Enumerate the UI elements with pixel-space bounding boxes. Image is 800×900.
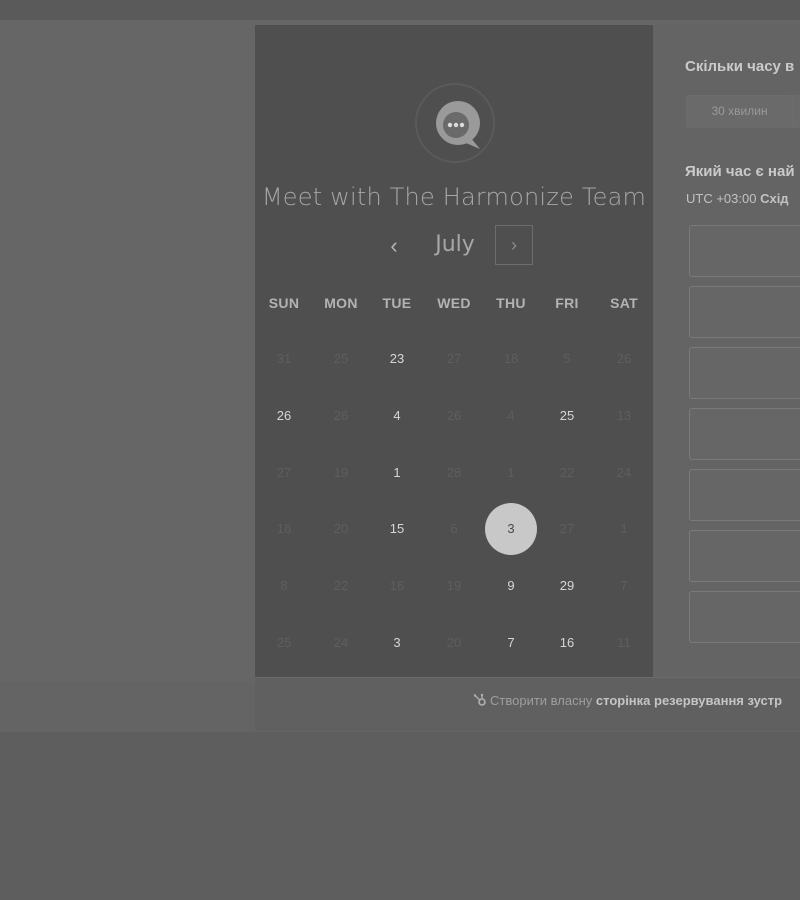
hubspot-sprocket-icon xyxy=(473,693,486,706)
calendar-day[interactable]: 26 xyxy=(258,390,310,442)
calendar-day: 16 xyxy=(276,521,292,536)
calendar-day: 1 xyxy=(620,521,628,536)
calendar-day: 6 xyxy=(450,521,458,536)
calendar-day: 27 xyxy=(276,465,292,480)
duration-question: Скільки часу в xyxy=(685,58,795,75)
calendar-day: 22 xyxy=(333,578,349,593)
timezone-name[interactable]: Схід xyxy=(760,191,788,206)
calendar-day: 13 xyxy=(616,408,632,423)
weekday-label: SUN xyxy=(268,295,300,311)
time-slot-button[interactable] xyxy=(689,286,800,338)
weekday-label: TUE xyxy=(382,295,412,311)
weekday-label: SAT xyxy=(610,295,638,311)
calendar-day: 18 xyxy=(503,351,519,366)
weekday-label: FRI xyxy=(555,295,579,311)
calendar-day: 26 xyxy=(446,408,462,423)
calendar-day[interactable]: 29 xyxy=(541,560,593,612)
calendar-day: 22 xyxy=(559,465,575,480)
calendar-day: 28 xyxy=(446,465,462,480)
create-page-link[interactable]: Створити власну сторінка резервування зу… xyxy=(473,693,800,708)
calendar-day[interactable]: 15 xyxy=(371,503,423,555)
booking-panel: Скільки часу в 30 хвилин Який час є най … xyxy=(653,25,800,677)
month-label: July xyxy=(435,232,475,257)
lower-area xyxy=(0,732,800,900)
time-slot-button[interactable] xyxy=(689,591,800,643)
duration-30-button[interactable]: 30 хвилин xyxy=(686,95,793,128)
weekday-header: SUN MON TUE WED THU FRI SAT xyxy=(255,295,653,315)
calendar-day: 7 xyxy=(620,578,628,593)
calendar-day: 8 xyxy=(280,578,288,593)
calendar-day: 25 xyxy=(333,351,349,366)
calendar-day: 26 xyxy=(333,408,349,423)
calendar-day: 27 xyxy=(559,521,575,536)
duration-option-button[interactable] xyxy=(793,95,800,128)
meetings-widget: Meet with The Harmonize Team ‹ July › SU… xyxy=(255,25,800,731)
calendar-day[interactable]: 25 xyxy=(541,390,593,442)
next-month-button[interactable]: › xyxy=(495,225,533,265)
calendar-day: 5 xyxy=(563,351,571,366)
chat-bubble-logo-icon xyxy=(436,101,480,149)
footer-bold-text: сторінка резервування зустр xyxy=(595,693,783,708)
calendar-day: 26 xyxy=(616,351,632,366)
weekday-label: MON xyxy=(324,295,358,311)
calendar-day: 19 xyxy=(333,465,349,480)
calendar-day: 4 xyxy=(507,408,515,423)
calendar-day: 20 xyxy=(446,635,462,650)
calendar-day[interactable]: 7 xyxy=(485,617,537,669)
calendar-day: 24 xyxy=(333,635,349,650)
time-slot-button[interactable] xyxy=(689,347,800,399)
calendar-day[interactable]: 23 xyxy=(371,333,423,385)
calendar-day: 27 xyxy=(446,351,462,366)
meeting-title: Meet with The Harmonize Team xyxy=(261,183,647,211)
calendar-day: 24 xyxy=(616,465,632,480)
calendar-day: 19 xyxy=(446,578,462,593)
timezone-label: UTC +03:00 Схід xyxy=(686,191,800,206)
calendar-day: 20 xyxy=(333,521,349,536)
calendar-day[interactable]: 3 xyxy=(371,617,423,669)
weekday-label: WED xyxy=(437,295,471,311)
top-strip xyxy=(0,0,800,21)
calendar-day[interactable]: 1 xyxy=(371,447,423,499)
widget-footer: Створити власну сторінка резервування зу… xyxy=(255,677,800,731)
time-slot-button[interactable] xyxy=(689,469,800,521)
weekday-label: THU xyxy=(496,295,526,311)
calendar-day: 31 xyxy=(276,351,292,366)
calendar-day: 1 xyxy=(507,465,515,480)
calendar-day: 25 xyxy=(276,635,292,650)
calendar-panel: Meet with The Harmonize Team ‹ July › SU… xyxy=(255,25,653,677)
calendar-day: 16 xyxy=(389,578,405,593)
timezone-offset: UTC +03:00 xyxy=(686,191,757,206)
calendar-day[interactable]: 9 xyxy=(485,560,537,612)
time-slot-button[interactable] xyxy=(689,530,800,582)
time-slot-button[interactable] xyxy=(689,225,800,277)
calendar-day[interactable]: 16 xyxy=(541,617,593,669)
time-question: Який час є най xyxy=(685,163,795,180)
footer-prefix: Створити власну xyxy=(490,693,593,708)
calendar-day[interactable]: 4 xyxy=(371,390,423,442)
selected-day[interactable]: 3 xyxy=(485,503,537,555)
calendar-day: 11 xyxy=(617,635,631,650)
time-slot-button[interactable] xyxy=(689,408,800,460)
prev-month-button[interactable]: ‹ xyxy=(382,228,406,264)
